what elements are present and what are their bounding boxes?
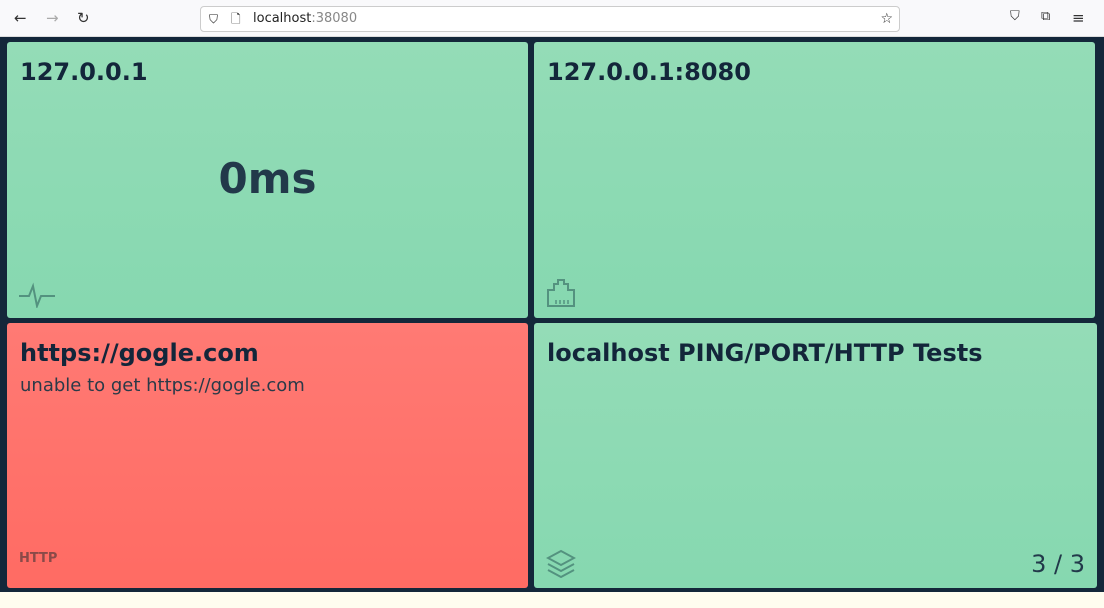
shield-icon[interactable]: ⛉	[209, 7, 218, 31]
url-host: localhost	[253, 11, 312, 26]
tile-title: https://gogle.com	[20, 339, 259, 367]
forward-icon[interactable]: →	[46, 9, 59, 27]
extensions-icon[interactable]: ⧉	[1041, 9, 1050, 24]
tile-type: HTTP	[19, 551, 58, 566]
tile-title: 127.0.0.1	[20, 58, 148, 86]
tile-ping[interactable]: 127.0.0.1 0ms	[7, 42, 528, 318]
pocket-icon[interactable]: ⛉	[1010, 9, 1020, 24]
bookmark-star-icon[interactable]: ☆	[880, 7, 893, 31]
dashboard-grid: 127.0.0.1 0ms 127.0.0.1:8080 https://gog…	[0, 37, 1104, 592]
error-message: unable to get https://gogle.com	[20, 375, 305, 396]
tile-title: 127.0.0.1:8080	[547, 58, 751, 86]
url-port: :38080	[311, 11, 358, 26]
latency-value: 0ms	[218, 154, 317, 203]
pulse-icon	[19, 282, 55, 308]
success-count: 3 / 3	[1031, 550, 1085, 578]
ethernet-port-icon	[547, 279, 575, 307]
page-icon: 🗋	[231, 12, 241, 26]
tile-group[interactable]: localhost PING/PORT/HTTP Tests 3 / 3	[534, 323, 1097, 588]
tile-http[interactable]: https://gogle.com unable to get https://…	[7, 323, 528, 588]
url-bar[interactable]: ⛉ 🗋 localhost:38080 ☆	[200, 6, 900, 32]
tile-port[interactable]: 127.0.0.1:8080	[534, 42, 1095, 318]
reload-icon[interactable]: ↻	[77, 9, 90, 27]
menu-icon[interactable]: ≡	[1072, 9, 1085, 27]
tile-title: localhost PING/PORT/HTTP Tests	[547, 339, 983, 367]
browser-toolbar: ← → ↻ ⛉ 🗋 localhost:38080 ☆ ⛉ ⧉ ≡	[0, 0, 1104, 37]
layers-icon	[546, 549, 576, 578]
back-icon[interactable]: ←	[14, 9, 27, 27]
